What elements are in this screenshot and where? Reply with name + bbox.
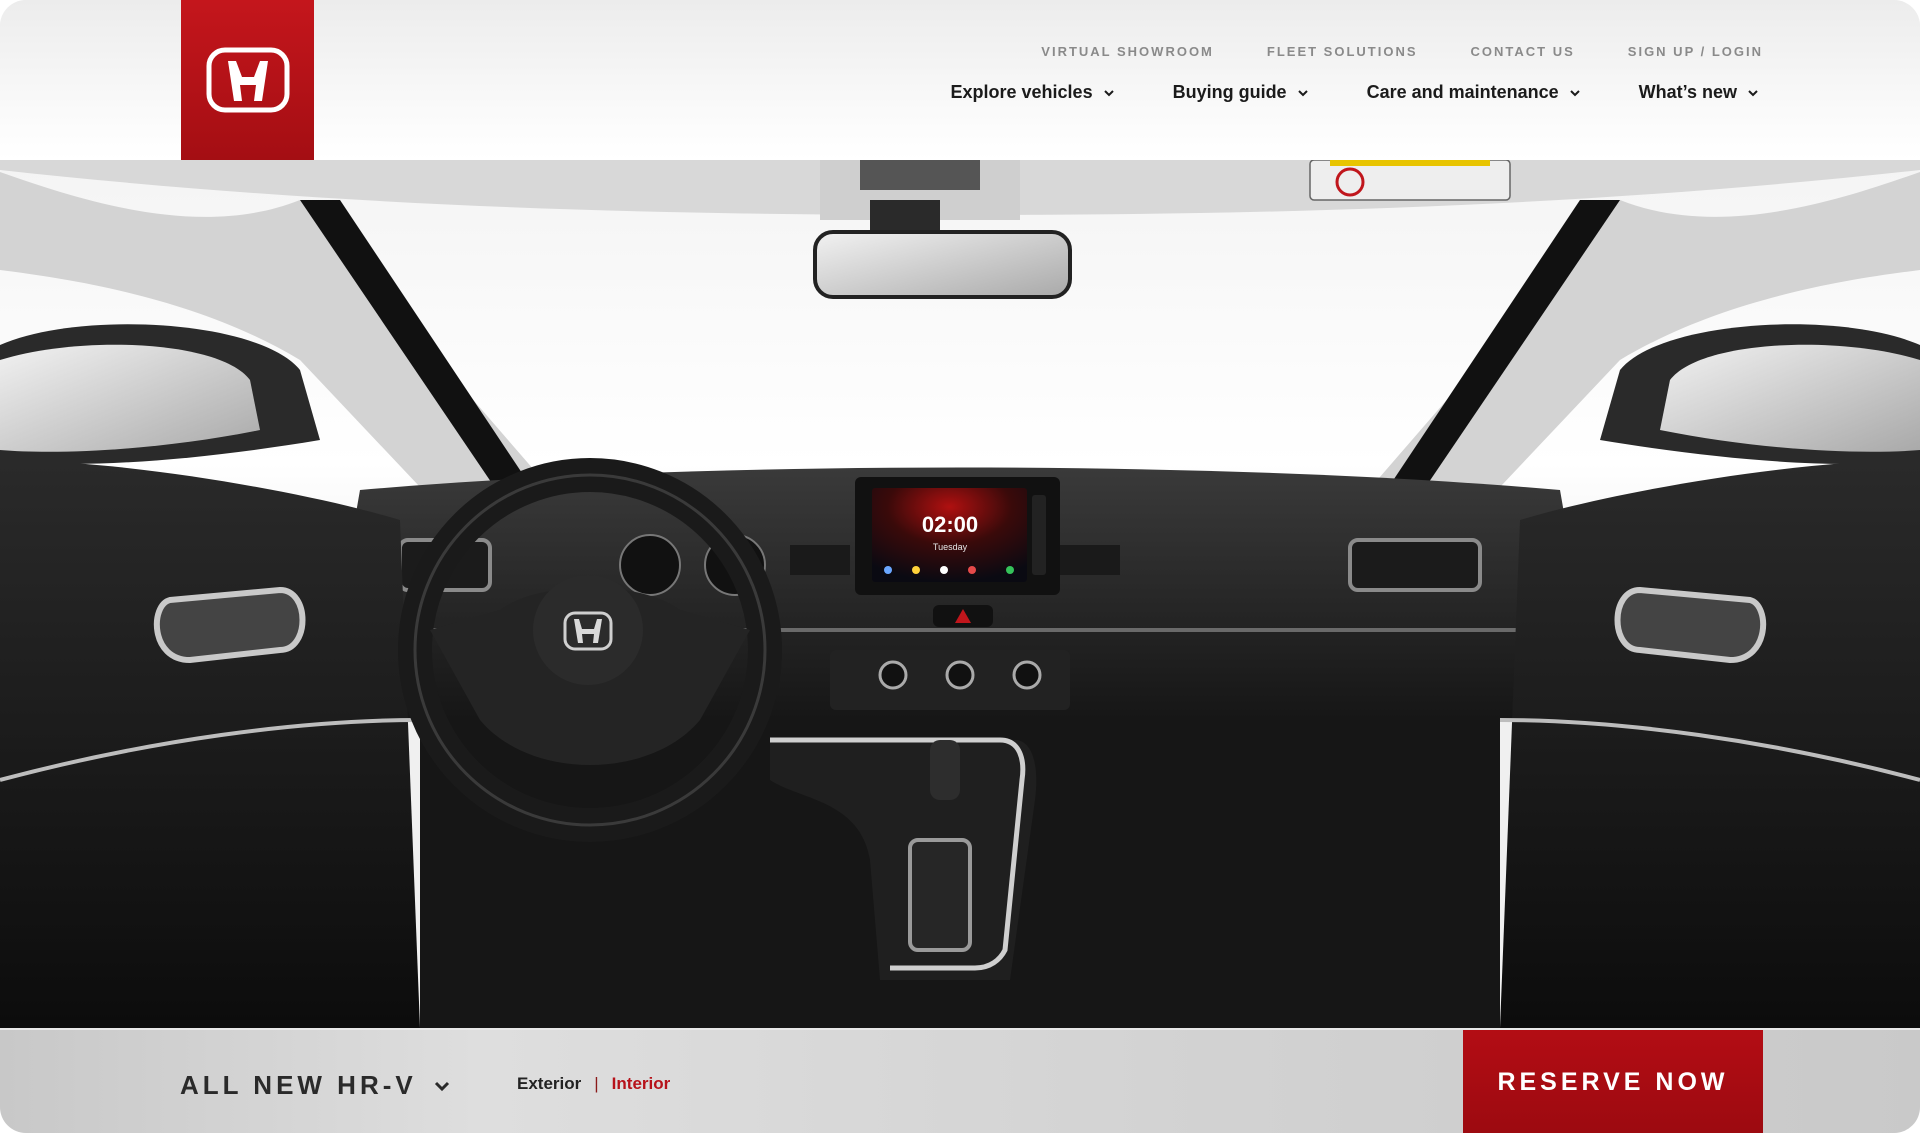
model-name: ALL NEW HR-V (180, 1070, 417, 1100)
honda-h-logo-icon (206, 47, 289, 113)
site-header: VIRTUAL SHOWROOM FLEET SOLUTIONS CONTACT… (0, 0, 1920, 160)
utility-nav: VIRTUAL SHOWROOM FLEET SOLUTIONS CONTACT… (1041, 44, 1763, 59)
climate-dial-right (1012, 660, 1042, 690)
roof-console-dark (860, 160, 980, 190)
interior-view-link[interactable]: Interior (612, 1074, 671, 1094)
nav-buying-guide-label: Buying guide (1172, 82, 1287, 102)
nav-explore-vehicles[interactable]: Explore vehicles (951, 82, 1115, 103)
brand-logo[interactable] (181, 0, 314, 160)
climate-dial-center (945, 660, 975, 690)
car-interior-illustration: 02:00 Tuesday (0, 160, 1920, 1028)
infotainment-clock: 02:00 (922, 512, 978, 537)
sun-visor-sticker (1309, 160, 1511, 201)
left-mirror-glass (0, 344, 260, 452)
reserve-now-button[interactable]: RESERVE NOW (1463, 1030, 1763, 1133)
nav-whats-new-label: What’s new (1638, 82, 1737, 102)
nav-care-and-maintenance[interactable]: Care and maintenance (1367, 82, 1581, 103)
model-selector-dropdown[interactable]: ALL NEW HR-V (180, 1070, 451, 1101)
view-toggle: Exterior | Interior (517, 1074, 670, 1094)
right-mirror-glass (1660, 344, 1920, 452)
page-frame: VIRTUAL SHOWROOM FLEET SOLUTIONS CONTACT… (0, 0, 1920, 1133)
chevron-down-icon (433, 1077, 451, 1095)
chevron-down-icon (1103, 87, 1115, 99)
nav-fleet-solutions[interactable]: FLEET SOLUTIONS (1267, 44, 1418, 59)
tachometer-gauge (619, 534, 681, 596)
nav-sign-up-login[interactable]: SIGN UP / LOGIN (1628, 44, 1763, 59)
center-vent-right (1060, 545, 1120, 575)
climate-dial-left (878, 660, 908, 690)
center-vent-left (790, 545, 850, 575)
nav-care-and-maintenance-label: Care and maintenance (1366, 82, 1559, 102)
chevron-down-icon (1569, 87, 1581, 99)
model-bottom-bar: ALL NEW HR-V Exterior | Interior RESERVE… (0, 1028, 1920, 1133)
interior-view-360[interactable]: 02:00 Tuesday (0, 160, 1920, 1028)
left-door-handle (154, 586, 306, 664)
rearview-mirror (813, 230, 1072, 299)
main-nav: Explore vehicles Buying guide Care and m… (951, 82, 1760, 103)
nav-buying-guide[interactable]: Buying guide (1173, 82, 1309, 103)
left-door-panel (0, 460, 420, 1028)
nav-explore-vehicles-label: Explore vehicles (950, 82, 1093, 102)
nav-virtual-showroom[interactable]: VIRTUAL SHOWROOM (1041, 44, 1214, 59)
gear-selector-base (908, 838, 972, 952)
view-toggle-separator: | (594, 1074, 599, 1093)
right-door-handle (1614, 586, 1766, 664)
nav-whats-new[interactable]: What’s new (1639, 82, 1759, 103)
chevron-down-icon (1297, 87, 1309, 99)
infotainment-side-buttons (1032, 495, 1046, 575)
rearview-mirror-mount (870, 200, 940, 230)
exterior-view-link[interactable]: Exterior (517, 1074, 581, 1094)
gear-selector-knob (930, 740, 960, 800)
chevron-down-icon (1747, 87, 1759, 99)
right-air-vent (1348, 538, 1482, 592)
right-door-panel (1500, 460, 1920, 1028)
nav-contact-us[interactable]: CONTACT US (1471, 44, 1575, 59)
infotainment-day: Tuesday (933, 542, 968, 552)
